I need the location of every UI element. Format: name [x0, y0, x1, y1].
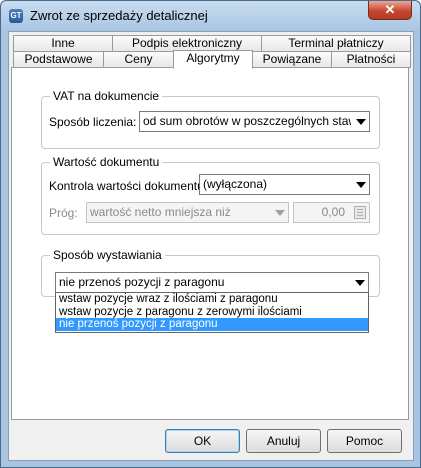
issue-method-value: nie przenoś pozycji z paragonu	[59, 275, 225, 289]
chevron-down-icon	[355, 280, 365, 286]
tab-label: Podpis elektroniczny	[131, 36, 243, 50]
issue-method-dropdown-list: wstaw pozycje wraz z ilościami z paragon…	[55, 292, 369, 333]
title-bar[interactable]: GT Zwrot ze sprzedaży detalicznej ✕	[1, 1, 420, 31]
threshold-label: Próg:	[49, 206, 78, 220]
control-select[interactable]: (wyłączona)	[199, 174, 370, 195]
window-title: Zwrot ze sprzedaży detalicznej	[30, 8, 208, 23]
tab-terminal-platniczy[interactable]: Terminal płatniczy	[261, 35, 411, 52]
cancel-button[interactable]: Anuluj	[246, 429, 321, 453]
value-group: Wartość dokumentu	[41, 155, 380, 235]
tab-algorytmy[interactable]: Algorytmy	[173, 50, 253, 69]
vat-method-select[interactable]: od sum obrotów w poszczególnych stawkac	[139, 111, 370, 132]
chevron-down-icon	[356, 182, 366, 188]
ok-button[interactable]: OK	[165, 429, 240, 453]
vat-method-label: Sposób liczenia:	[49, 115, 137, 129]
tab-label: Terminal płatniczy	[288, 36, 384, 50]
dropdown-option[interactable]: wstaw pozycje z paragonu z zerowymi iloś…	[56, 306, 368, 319]
threshold-type-select[interactable]: wartość netto mniejsza niż	[86, 202, 289, 223]
threshold-amount-value: 0,00	[321, 205, 345, 219]
tab-label: Płatności	[346, 52, 396, 66]
tab-powiazane[interactable]: Powiązane	[252, 51, 332, 68]
app-icon: GT	[9, 9, 23, 23]
vat-group-legend: VAT na dokumencie	[50, 89, 163, 103]
vat-method-value: od sum obrotów w poszczególnych stawkac	[143, 114, 351, 128]
threshold-amount-input[interactable]: 0,00	[293, 202, 370, 223]
calculator-icon[interactable]	[354, 206, 366, 219]
close-button[interactable]: ✕	[368, 1, 412, 20]
tab-platnosci[interactable]: Płatności	[331, 51, 411, 68]
tab-ceny[interactable]: Ceny	[103, 51, 174, 68]
tab-label: Podstawowe	[24, 52, 93, 66]
help-button[interactable]: Pomoc	[327, 429, 402, 453]
value-group-legend: Wartość dokumentu	[50, 155, 163, 169]
tab-label: Powiązane	[262, 52, 322, 66]
issue-group-legend: Sposób wystawiania	[50, 248, 165, 262]
tab-label: Inne	[51, 36, 75, 50]
tab-label: Ceny	[124, 52, 153, 66]
close-icon: ✕	[384, 2, 396, 17]
issue-method-select[interactable]: nie przenoś pozycji z paragonu	[55, 272, 369, 293]
chevron-down-icon	[356, 119, 366, 125]
chevron-down-icon	[275, 210, 285, 216]
control-label: Kontrola wartości dokumentu:	[49, 179, 208, 193]
control-value: (wyłączona)	[203, 177, 268, 191]
threshold-type-value: wartość netto mniejsza niż	[90, 205, 231, 219]
dropdown-option-selected[interactable]: nie przenoś pozycji z paragonu	[56, 318, 368, 331]
tab-label: Algorytmy	[186, 51, 240, 65]
tab-inne[interactable]: Inne	[13, 35, 113, 52]
dropdown-option[interactable]: wstaw pozycje wraz z ilościami z paragon…	[56, 293, 368, 306]
tab-podstawowe[interactable]: Podstawowe	[13, 51, 104, 68]
